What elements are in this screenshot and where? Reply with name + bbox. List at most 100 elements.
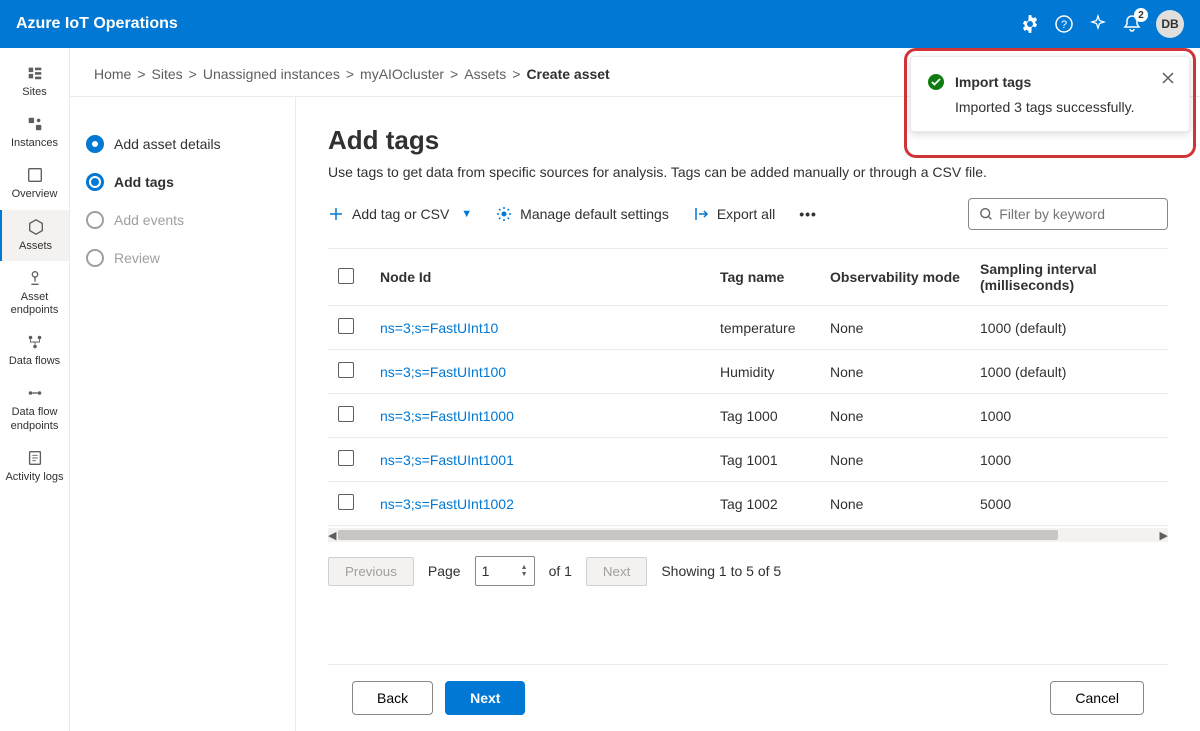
sparkle-icon[interactable] xyxy=(1088,14,1108,34)
sampling-cell: 1000 (default) xyxy=(970,350,1168,394)
sidebar-label: Overview xyxy=(12,188,58,201)
sidebar-label: Data flows xyxy=(9,355,60,368)
observability-cell: None xyxy=(820,350,970,394)
page-number-input[interactable]: 1 ▲▼ xyxy=(475,556,535,586)
row-checkbox[interactable] xyxy=(338,318,354,334)
next-button[interactable]: Next xyxy=(445,681,525,715)
col-node-id[interactable]: Node Id xyxy=(370,249,710,306)
tag-name-cell: Humidity xyxy=(710,350,820,394)
step-pending-icon xyxy=(86,211,104,229)
step-active-icon xyxy=(86,173,104,191)
table-row: ns=3;s=FastUInt10 temperatureNone1000 (de… xyxy=(328,306,1168,350)
node-id-link[interactable]: ns=3;s=FastUInt10 xyxy=(380,320,498,336)
export-all-button[interactable]: Export all xyxy=(693,206,775,222)
breadcrumb-link[interactable]: Unassigned instances xyxy=(203,66,340,82)
row-checkbox[interactable] xyxy=(338,494,354,510)
sidebar-item-overview[interactable]: Overview xyxy=(0,158,69,209)
more-options-button[interactable]: ••• xyxy=(799,206,817,222)
observability-cell: None xyxy=(820,482,970,526)
settings-icon[interactable] xyxy=(1020,14,1040,34)
row-checkbox[interactable] xyxy=(338,450,354,466)
step-add-events[interactable]: Add events xyxy=(86,201,279,239)
success-icon xyxy=(927,73,945,91)
next-page-button[interactable]: Next xyxy=(586,557,647,586)
export-icon xyxy=(693,206,709,222)
back-button[interactable]: Back xyxy=(352,681,433,715)
observability-cell: None xyxy=(820,438,970,482)
cancel-button[interactable]: Cancel xyxy=(1050,681,1144,715)
tags-table: Node Id Tag name Observability mode Samp… xyxy=(328,248,1168,586)
col-tag-name[interactable]: Tag name xyxy=(710,249,820,306)
header-actions: ? 2 DB xyxy=(1020,10,1184,38)
previous-page-button[interactable]: Previous xyxy=(328,557,414,586)
step-review[interactable]: Review xyxy=(86,239,279,277)
avatar[interactable]: DB xyxy=(1156,10,1184,38)
col-observability[interactable]: Observability mode xyxy=(820,249,970,306)
manage-default-settings-button[interactable]: Manage default settings xyxy=(496,206,669,222)
sidebar-label: Sites xyxy=(22,86,46,99)
sidebar-label: Activity logs xyxy=(5,471,63,484)
toast-body: Imported 3 tags successfully. xyxy=(927,99,1173,115)
app-title: Azure IoT Operations xyxy=(16,15,178,33)
breadcrumb-current: Create asset xyxy=(526,66,609,82)
node-id-link[interactable]: ns=3;s=FastUInt1002 xyxy=(380,496,514,512)
sidebar-item-data-flow-endpoints[interactable]: Data flow endpoints xyxy=(0,376,69,440)
sidebar-item-data-flows[interactable]: Data flows xyxy=(0,325,69,376)
node-id-link[interactable]: ns=3;s=FastUInt1000 xyxy=(380,408,514,424)
breadcrumb-link[interactable]: Assets xyxy=(464,66,506,82)
tag-name-cell: Tag 1002 xyxy=(710,482,820,526)
sidebar-item-asset-endpoints[interactable]: Asset endpoints xyxy=(0,261,69,325)
svg-text:?: ? xyxy=(1061,19,1067,31)
app-header: Azure IoT Operations ? 2 DB xyxy=(0,0,1200,48)
tag-name-cell: Tag 1000 xyxy=(710,394,820,438)
sampling-cell: 1000 xyxy=(970,394,1168,438)
breadcrumb-link[interactable]: myAIOcluster xyxy=(360,66,444,82)
sidebar-item-assets[interactable]: Assets xyxy=(0,210,69,261)
pagination: Previous Page 1 ▲▼ of 1 Next Showing 1 t… xyxy=(328,556,1168,586)
scroll-left-arrow[interactable]: ◀ xyxy=(328,529,336,542)
step-add-asset-details[interactable]: Add asset details xyxy=(86,125,279,163)
scroll-right-arrow[interactable]: ▶ xyxy=(1160,529,1168,542)
table-row: ns=3;s=FastUInt1002 Tag 1002None5000 xyxy=(328,482,1168,526)
add-tag-or-csv-button[interactable]: Add tag or CSV ▼ xyxy=(328,206,472,222)
sidebar: Sites Instances Overview Assets Asset en… xyxy=(0,48,70,731)
sidebar-label: Instances xyxy=(11,137,58,150)
sidebar-item-sites[interactable]: Sites xyxy=(0,56,69,107)
select-all-checkbox[interactable] xyxy=(338,268,354,284)
help-icon[interactable]: ? xyxy=(1054,14,1074,34)
sidebar-item-instances[interactable]: Instances xyxy=(0,107,69,158)
close-icon[interactable] xyxy=(1161,71,1175,85)
breadcrumb-link[interactable]: Home xyxy=(94,66,131,82)
page-description: Use tags to get data from specific sourc… xyxy=(328,164,1168,180)
sidebar-item-activity-logs[interactable]: Activity logs xyxy=(0,441,69,492)
of-label: of 1 xyxy=(549,563,572,579)
spinner-icon[interactable]: ▲▼ xyxy=(521,564,528,578)
scroll-thumb[interactable] xyxy=(338,530,1058,540)
sampling-cell: 1000 (default) xyxy=(970,306,1168,350)
node-id-link[interactable]: ns=3;s=FastUInt1001 xyxy=(380,452,514,468)
step-add-tags[interactable]: Add tags xyxy=(86,163,279,201)
wizard-footer: Back Next Cancel xyxy=(328,664,1168,731)
col-sampling[interactable]: Sampling interval (milliseconds) xyxy=(970,249,1168,306)
tag-name-cell: temperature xyxy=(710,306,820,350)
node-id-link[interactable]: ns=3;s=FastUInt100 xyxy=(380,364,506,380)
sidebar-label: Assets xyxy=(19,240,52,253)
row-checkbox[interactable] xyxy=(338,362,354,378)
page-label: Page xyxy=(428,563,461,579)
horizontal-scrollbar[interactable]: ◀ ▶ xyxy=(328,528,1168,542)
observability-cell: None xyxy=(820,306,970,350)
table-row: ns=3;s=FastUInt100 HumidityNone1000 (defa… xyxy=(328,350,1168,394)
step-pending-icon xyxy=(86,249,104,267)
gear-icon xyxy=(496,206,512,222)
filter-input-wrapper[interactable] xyxy=(968,198,1168,230)
filter-input[interactable] xyxy=(999,206,1157,222)
notification-icon[interactable]: 2 xyxy=(1122,14,1142,34)
row-checkbox[interactable] xyxy=(338,406,354,422)
import-tags-toast: Import tags Imported 3 tags successfully… xyxy=(910,56,1190,132)
breadcrumb-link[interactable]: Sites xyxy=(152,66,183,82)
wizard-steps: Add asset details Add tags Add events Re… xyxy=(70,97,295,731)
tag-name-cell: Tag 1001 xyxy=(710,438,820,482)
plus-icon xyxy=(328,206,344,222)
sampling-cell: 5000 xyxy=(970,482,1168,526)
sidebar-label: Asset endpoints xyxy=(4,291,65,317)
